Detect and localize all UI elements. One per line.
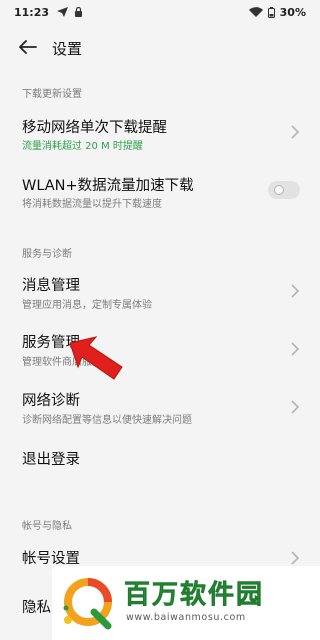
back-arrow-icon bbox=[19, 40, 37, 54]
watermark-url: www.baiwanmosu.com bbox=[126, 612, 246, 623]
row-title: WLAN+数据流量加速下载 bbox=[22, 178, 194, 194]
section-header-account: 帐号与隐私 bbox=[22, 521, 72, 532]
row-subtitle: 流量消耗超过 20 M 时提醒 bbox=[22, 141, 143, 152]
section-header-download: 下载更新设置 bbox=[22, 89, 82, 100]
chevron-right-icon bbox=[291, 342, 300, 356]
setting-wlan-boost: WLAN+数据流量加速下载 将消耗数据流量以提升下载速度 bbox=[0, 165, 320, 215]
row-title: 隐私 bbox=[22, 600, 51, 616]
setting-mobile-download-reminder[interactable]: 移动网络单次下载提醒 流量消耗超过 20 M 时提醒 bbox=[0, 106, 320, 156]
row-title: 消息管理 bbox=[22, 278, 80, 294]
status-bar: 11:23 30% bbox=[0, 0, 320, 24]
row-title: 移动网络单次下载提醒 bbox=[22, 120, 167, 136]
watermark-title: 百万软件园 bbox=[124, 580, 265, 611]
setting-service-management[interactable]: 服务管理 管理软件商店服务 bbox=[0, 324, 320, 376]
chevron-right-icon bbox=[291, 284, 300, 298]
watermark: 百万软件园 www.baiwanmosu.com bbox=[52, 566, 320, 640]
red-pointer-arrow-icon bbox=[69, 336, 123, 380]
row-subtitle: 管理应用消息，定制专属体验 bbox=[22, 300, 152, 311]
send-icon bbox=[57, 7, 69, 17]
setting-logout[interactable]: 退出登录 bbox=[0, 440, 320, 476]
chevron-right-icon bbox=[291, 125, 300, 139]
back-button[interactable] bbox=[16, 35, 40, 59]
setting-network-diagnosis[interactable]: 网络诊断 诊断网络配置等信息以便快速解决问题 bbox=[0, 382, 320, 434]
wlan-boost-toggle[interactable] bbox=[268, 181, 300, 199]
watermark-logo-icon bbox=[63, 578, 112, 630]
row-title: 帐号设置 bbox=[22, 551, 80, 567]
status-left-icons bbox=[57, 7, 83, 17]
app-bar: 设置 bbox=[0, 30, 320, 64]
chevron-right-icon bbox=[291, 551, 300, 565]
row-title: 退出登录 bbox=[22, 452, 80, 468]
toggle-knob bbox=[274, 185, 284, 195]
status-right: 30% bbox=[248, 5, 306, 19]
wifi-icon bbox=[248, 7, 263, 17]
row-subtitle: 将消耗数据流量以提升下载速度 bbox=[22, 199, 162, 210]
status-time: 11:23 bbox=[14, 5, 50, 19]
battery-percent: 30% bbox=[279, 5, 306, 19]
lock-icon bbox=[75, 7, 83, 17]
row-title: 网络诊断 bbox=[22, 393, 80, 409]
page-title: 设置 bbox=[52, 40, 83, 58]
setting-message-management[interactable]: 消息管理 管理应用消息，定制专属体验 bbox=[0, 266, 320, 318]
battery-icon bbox=[267, 6, 275, 18]
chevron-right-icon bbox=[291, 400, 300, 414]
row-subtitle: 诊断网络配置等信息以便快速解决问题 bbox=[22, 415, 192, 426]
section-header-service: 服务与诊断 bbox=[22, 249, 72, 260]
